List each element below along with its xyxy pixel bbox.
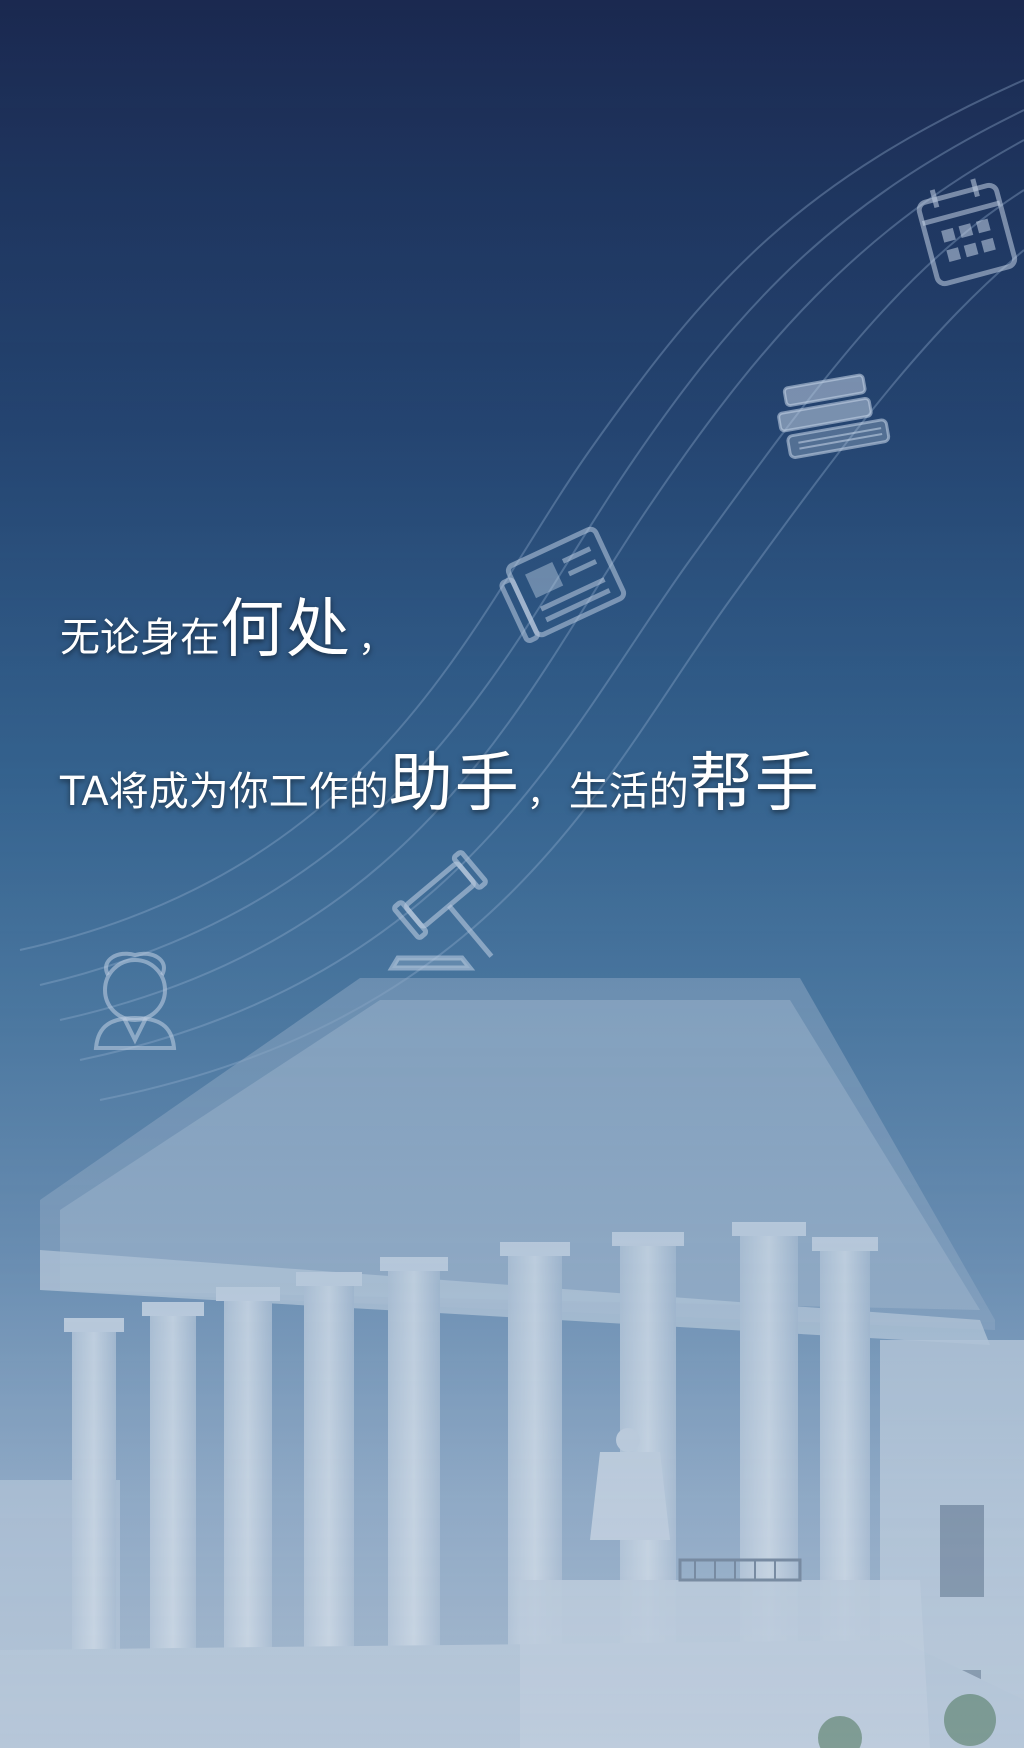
headline-line2-life: 生活的	[568, 769, 689, 815]
headline-line2: TA将成为你工作的助手，生活的帮手	[60, 752, 821, 816]
splash-screen: 无论身在何处， TA将成为你工作的助手，生活的帮手	[0, 0, 1024, 1748]
background-scene	[0, 0, 1024, 1748]
headline-line1: 无论身在何处，	[60, 598, 400, 662]
headline-line2-comma: ，	[526, 773, 563, 814]
headline-line1-comma: ，	[358, 619, 395, 660]
headline-line2-text: TA将成为你工作的	[60, 769, 389, 815]
headline-line1-text: 无论身在	[60, 615, 220, 661]
headline-line2-emphasis-helper: 帮手	[688, 747, 821, 821]
headline-line1-emphasis: 何处	[220, 593, 352, 667]
headline-line2-emphasis-assistant: 助手	[388, 747, 521, 821]
